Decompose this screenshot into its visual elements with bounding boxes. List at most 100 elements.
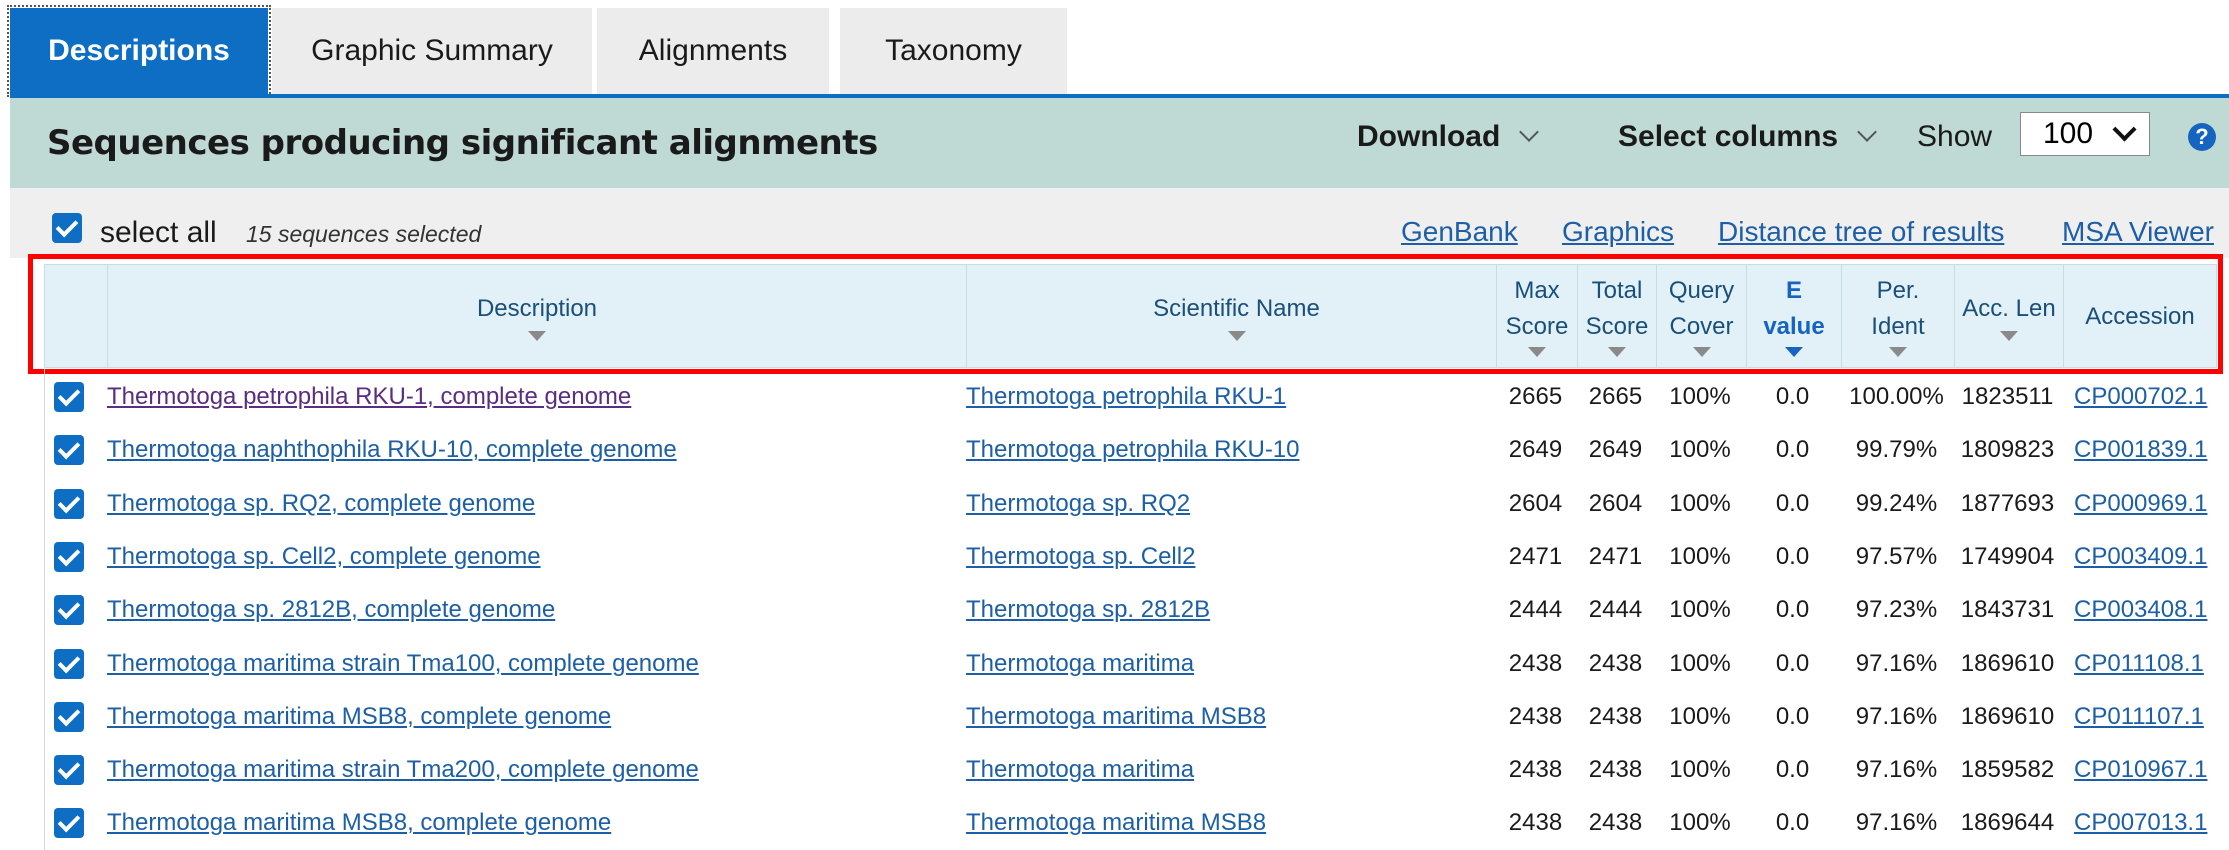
max-score-cell: 2665 — [1508, 383, 1563, 410]
max-score-cell: 2649 — [1508, 436, 1563, 464]
description-link[interactable]: Thermotoga naphthophila RKU-10, complete… — [107, 424, 957, 476]
query-cover-cell: 100% — [1669, 702, 1731, 730]
scientific-name-link[interactable]: Thermotoga sp. 2812B — [966, 584, 1486, 636]
scientific-name-link[interactable]: Thermotoga sp. RQ2 — [966, 478, 1486, 530]
acc-len-cell: 1869644 — [1960, 809, 2055, 837]
total-score-cell: 2438 — [1588, 702, 1643, 730]
e-value-cell: 0.0 — [1775, 649, 1810, 677]
accession-link[interactable]: CP003408.1 — [2074, 584, 2224, 636]
graphics-link[interactable]: Graphics — [1562, 216, 1674, 248]
total-score-cell: 2649 — [1588, 436, 1643, 464]
e-value-cell: 0.0 — [1775, 756, 1810, 784]
per-ident-cell: 97.57% — [1855, 542, 1938, 570]
dropdown-arrow-icon — [2112, 117, 2137, 142]
row-checkbox[interactable] — [54, 435, 84, 466]
chevron-down-icon — [1519, 122, 1540, 142]
e-value-cell: 0.0 — [1775, 436, 1810, 464]
download-button[interactable]: Download — [1357, 120, 1540, 154]
query-cover-cell: 100% — [1669, 542, 1731, 570]
results-header: Sequences producing significant alignmen… — [10, 98, 2229, 188]
table-row: Thermotoga maritima MSB8, complete genom… — [44, 691, 2229, 743]
total-score-cell: 2471 — [1588, 542, 1643, 570]
max-score-cell: 2444 — [1508, 596, 1563, 624]
tab-alignments[interactable]: Alignments — [597, 8, 829, 94]
scientific-name-link[interactable]: Thermotoga maritima MSB8 — [966, 691, 1486, 743]
table-row: Thermotoga maritima strain Tma200, compl… — [44, 744, 2229, 796]
scientific-name-link[interactable]: Thermotoga maritima MSB8 — [966, 797, 1486, 849]
query-cover-cell: 100% — [1669, 809, 1731, 837]
query-cover-cell: 100% — [1669, 756, 1731, 784]
select-columns-button[interactable]: Select columns — [1618, 120, 1877, 154]
table-row: Thermotoga sp. RQ2, complete genome Therm… — [44, 478, 2229, 530]
description-link[interactable]: Thermotoga maritima strain Tma100, compl… — [107, 638, 957, 690]
tab-descriptions[interactable]: Descriptions — [7, 5, 271, 97]
row-checkbox[interactable] — [54, 488, 84, 519]
max-score-cell: 2438 — [1508, 702, 1563, 730]
total-score-cell: 2604 — [1588, 489, 1643, 517]
row-checkbox[interactable] — [54, 701, 84, 732]
chevron-down-icon — [1857, 122, 1877, 142]
accession-link[interactable]: CP003409.1 — [2074, 531, 2224, 583]
accession-link[interactable]: CP000702.1 — [2074, 371, 2224, 423]
tab-taxonomy[interactable]: Taxonomy — [840, 8, 1067, 94]
accession-link[interactable]: CP007013.1 — [2074, 797, 2224, 849]
acc-len-cell: 1843731 — [1960, 596, 2055, 624]
scientific-name-link[interactable]: Thermotoga petrophila RKU-1 — [966, 371, 1486, 423]
msa-viewer-link[interactable]: MSA Viewer — [2062, 216, 2214, 248]
row-checkbox[interactable] — [54, 382, 84, 412]
per-ident-cell: 99.79% — [1855, 436, 1938, 464]
e-value-cell: 0.0 — [1775, 489, 1810, 517]
select-columns-label: Select columns — [1618, 120, 1839, 153]
accession-link[interactable]: CP010967.1 — [2074, 744, 2224, 796]
max-score-cell: 2438 — [1508, 809, 1563, 837]
description-link[interactable]: Thermotoga maritima strain Tma200, compl… — [107, 744, 957, 796]
table-row: Thermotoga maritima MSB8, complete genom… — [44, 797, 2229, 849]
page-title: Sequences producing significant alignmen… — [47, 123, 878, 163]
accession-link[interactable]: CP001839.1 — [2074, 424, 2224, 476]
acc-len-cell: 1869610 — [1960, 702, 2055, 730]
max-score-cell: 2471 — [1508, 542, 1563, 570]
select-all-checkbox[interactable] — [52, 213, 82, 243]
per-ident-cell: 100.00% — [1849, 383, 1944, 410]
description-link[interactable]: Thermotoga maritima MSB8, complete genom… — [107, 691, 957, 743]
scientific-name-link[interactable]: Thermotoga maritima — [966, 744, 1486, 796]
scientific-name-link[interactable]: Thermotoga sp. Cell2 — [966, 531, 1486, 583]
max-score-cell: 2438 — [1508, 649, 1563, 677]
acc-len-cell: 1877693 — [1960, 489, 2055, 517]
accession-link[interactable]: CP011108.1 — [2074, 638, 2224, 690]
tab-graphic-summary[interactable]: Graphic Summary — [272, 8, 592, 94]
accession-link[interactable]: CP000969.1 — [2074, 478, 2224, 530]
e-value-cell: 0.0 — [1775, 596, 1810, 624]
row-checkbox[interactable] — [54, 755, 84, 786]
row-checkbox[interactable] — [54, 648, 84, 679]
query-cover-cell: 100% — [1669, 383, 1731, 410]
total-score-cell: 2438 — [1588, 809, 1643, 837]
e-value-cell: 0.0 — [1775, 542, 1810, 570]
genbank-link[interactable]: GenBank — [1401, 216, 1518, 248]
show-count-select[interactable]: 100 — [2020, 112, 2150, 156]
show-label: Show — [1917, 120, 1993, 153]
distance-tree-link[interactable]: Distance tree of results — [1718, 216, 2004, 248]
accession-link[interactable]: CP011107.1 — [2074, 691, 2224, 743]
description-link[interactable]: Thermotoga maritima MSB8, complete genom… — [107, 797, 957, 849]
help-icon[interactable]: ? — [2188, 123, 2216, 151]
description-link[interactable]: Thermotoga sp. 2812B, complete genome — [107, 584, 957, 636]
description-link[interactable]: Thermotoga sp. Cell2, complete genome — [107, 531, 957, 583]
e-value-cell: 0.0 — [1775, 702, 1810, 730]
query-cover-cell: 100% — [1669, 649, 1731, 677]
query-cover-cell: 100% — [1669, 436, 1731, 464]
description-link[interactable]: Thermotoga petrophila RKU-1, complete ge… — [107, 371, 957, 423]
acc-len-cell: 1823511 — [1961, 383, 2054, 410]
table-row: Thermotoga naphthophila RKU-10, complete… — [44, 424, 2229, 476]
description-link[interactable]: Thermotoga sp. RQ2, complete genome — [107, 478, 957, 530]
per-ident-cell: 97.16% — [1855, 702, 1938, 730]
row-checkbox[interactable] — [54, 595, 84, 626]
selected-count: 15 sequences selected — [246, 221, 482, 247]
row-checkbox[interactable] — [54, 808, 84, 839]
download-label: Download — [1357, 120, 1501, 153]
scientific-name-link[interactable]: Thermotoga petrophila RKU-10 — [966, 424, 1486, 476]
table-row: Thermotoga sp. 2812B, complete genome The… — [44, 584, 2229, 636]
acc-len-cell: 1749904 — [1960, 542, 2055, 570]
scientific-name-link[interactable]: Thermotoga maritima — [966, 638, 1486, 690]
row-checkbox[interactable] — [54, 541, 84, 572]
